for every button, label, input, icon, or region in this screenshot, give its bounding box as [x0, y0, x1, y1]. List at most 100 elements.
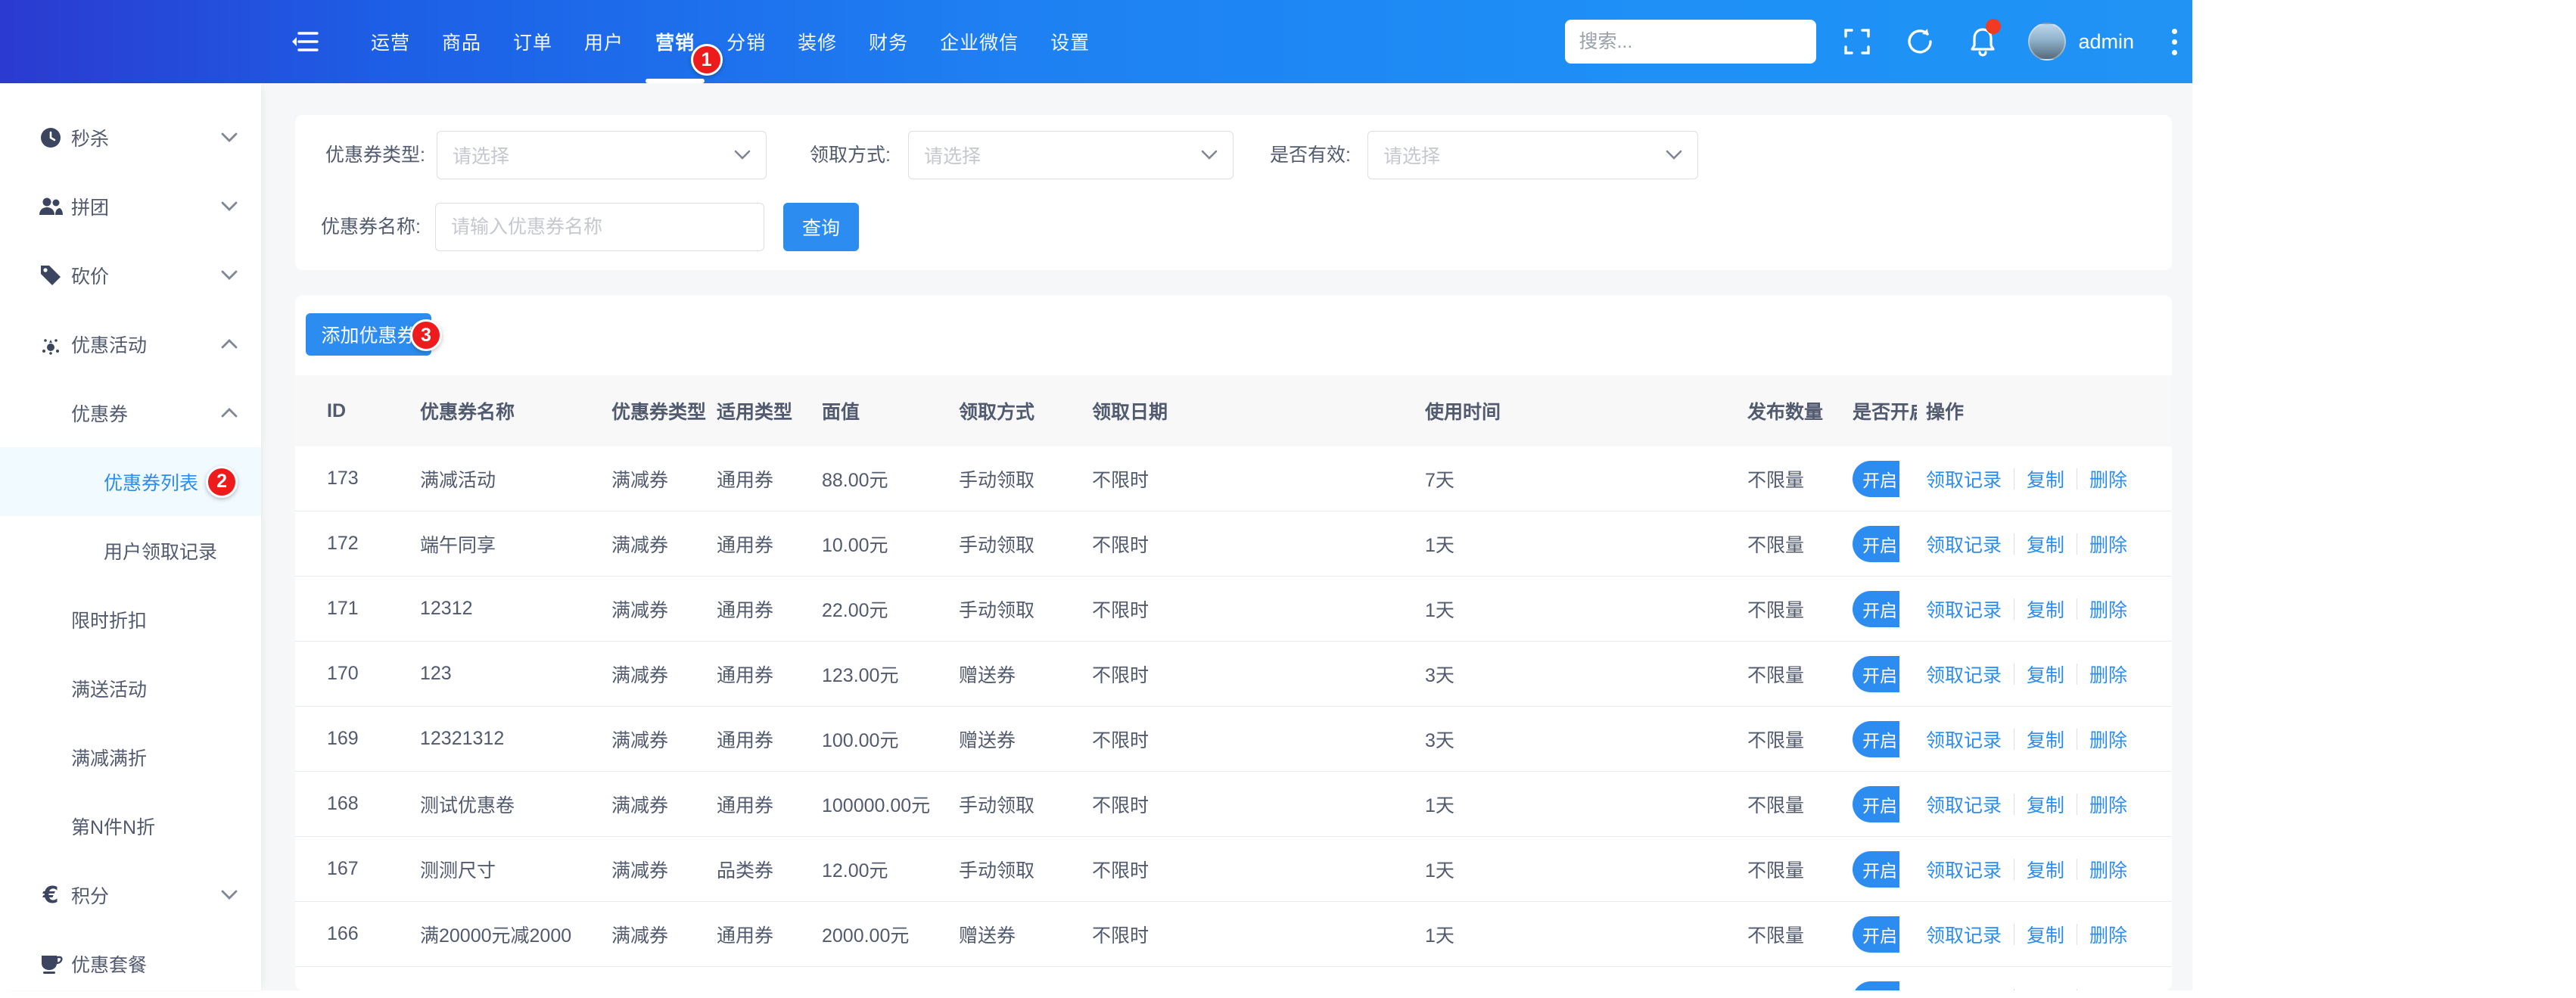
nav-item-4[interactable]: 用户: [568, 0, 639, 83]
enable-switch[interactable]: 开启: [1853, 655, 1899, 692]
enable-switch[interactable]: 开启: [1853, 525, 1899, 562]
query-button[interactable]: 查询: [783, 203, 859, 251]
action-records-link[interactable]: 领取记录: [1926, 661, 2002, 688]
sidebar-item-1[interactable]: 秒杀: [0, 103, 261, 172]
enable-switch[interactable]: 开启: [1853, 460, 1899, 497]
cell-id: 166: [327, 923, 359, 944]
action-copy-link[interactable]: 复制: [2027, 465, 2064, 493]
sidebar-item-12[interactable]: € 积分: [0, 860, 261, 929]
nav-item-10[interactable]: 设置: [1034, 0, 1106, 83]
sidebar-item-5[interactable]: 优惠券: [0, 378, 261, 447]
more-menu-icon[interactable]: [2169, 26, 2180, 58]
sidebar-item-2[interactable]: 拼团: [0, 172, 261, 241]
enable-switch[interactable]: 开启: [1853, 916, 1899, 953]
action-copy-link[interactable]: 复制: [2027, 791, 2064, 818]
cell-type: 满减券: [611, 794, 669, 816]
coupon-type-select[interactable]: 请选择: [437, 131, 767, 179]
receive-method-select[interactable]: 请选择: [908, 131, 1234, 179]
action-records-link[interactable]: 领取记录: [1926, 530, 2002, 558]
menu-fold-icon[interactable]: [291, 26, 322, 57]
nav-item-8[interactable]: 财务: [853, 0, 924, 83]
enable-switch[interactable]: 开启: [1853, 785, 1899, 822]
action-delete-link[interactable]: 删除: [2089, 921, 2127, 948]
nav-item-7[interactable]: 装修: [782, 0, 853, 83]
enable-switch[interactable]: 开启: [1853, 720, 1899, 757]
cell-name: 12312: [420, 598, 473, 619]
cell-actions: 领取记录复制删除: [1917, 661, 2172, 688]
col-header-7: 领取日期: [1092, 402, 1168, 423]
cell-method: 赠送券: [959, 729, 1016, 751]
action-delete-link[interactable]: 删除: [2089, 595, 2127, 623]
action-copy-link[interactable]: 复制: [2027, 595, 2064, 623]
action-delete-link[interactable]: 删除: [2089, 791, 2127, 818]
cell-method: 手动领取: [959, 599, 1035, 621]
svg-text:€: €: [42, 883, 59, 907]
cell-date: 不限时: [1092, 925, 1150, 947]
avatar[interactable]: [2028, 23, 2067, 61]
action-copy-link[interactable]: 复制: [2027, 530, 2064, 558]
fullscreen-icon[interactable]: [1843, 28, 1871, 55]
refresh-icon[interactable]: [1906, 27, 1934, 56]
table-row: 170 123 满减券 通用券 123.00元 赠送券 不限时 3天 不限量 开启 领取记录 复制 删除: [295, 642, 2172, 707]
sidebar-item-7[interactable]: 用户领取记录: [0, 516, 261, 585]
sidebar-item-4[interactable]: 优惠活动: [0, 309, 261, 378]
cell-id: 170: [327, 663, 359, 684]
coupon-name-input[interactable]: [435, 203, 764, 251]
cell-enabled: 开启: [1853, 590, 1917, 627]
action-records-link[interactable]: 领取记录: [1926, 921, 2002, 948]
nav-item-5[interactable]: 营销 1: [639, 0, 723, 83]
sidebar-item-3[interactable]: 砍价: [0, 241, 261, 309]
notification-bell-icon[interactable]: [1969, 19, 2002, 57]
nav-item-2[interactable]: 商品: [426, 0, 497, 83]
action-copy-link[interactable]: 复制: [2027, 921, 2064, 948]
cell-apply: 通用券: [717, 925, 774, 947]
nav-item-1[interactable]: 运营: [355, 0, 426, 83]
enable-switch[interactable]: 开启: [1853, 981, 1899, 990]
action-records-link[interactable]: 领取记录: [1926, 595, 2002, 623]
action-delete-link[interactable]: 删除: [2089, 661, 2127, 688]
sidebar-item-9[interactable]: 满送活动: [0, 654, 261, 723]
action-delete-link[interactable]: 删除: [2089, 986, 2127, 991]
action-records-link[interactable]: 领取记录: [1926, 986, 2002, 991]
sidebar-item-10[interactable]: 满减满折: [0, 723, 261, 791]
sidebar-item-8[interactable]: 限时折扣: [0, 585, 261, 654]
action-delete-link[interactable]: 删除: [2089, 465, 2127, 493]
is-valid-select[interactable]: 请选择: [1367, 131, 1698, 179]
cell-apply: 通用券: [717, 599, 774, 621]
action-copy-link[interactable]: 复制: [2027, 726, 2064, 753]
cell-value: 100000.00元: [822, 794, 931, 816]
action-delete-link[interactable]: 删除: [2089, 856, 2127, 883]
search-input[interactable]: [1565, 20, 1817, 64]
sidebar-item-label: 砍价: [71, 266, 110, 288]
cell-type: 满减券: [611, 534, 669, 556]
action-copy-link[interactable]: 复制: [2027, 856, 2064, 883]
chevron-up-icon: [220, 407, 238, 418]
clock-icon: [38, 125, 64, 151]
action-copy-link[interactable]: 复制: [2027, 986, 2064, 991]
sidebar-item-13[interactable]: 优惠套餐: [0, 929, 261, 998]
cell-type: 满减券: [611, 599, 669, 621]
action-delete-link[interactable]: 删除: [2089, 726, 2127, 753]
action-records-link[interactable]: 领取记录: [1926, 726, 2002, 753]
nav-item-3[interactable]: 订单: [497, 0, 568, 83]
cell-quantity: 不限量: [1747, 860, 1805, 881]
cell-enabled: 开启: [1853, 460, 1917, 497]
user-name[interactable]: admin: [2078, 30, 2134, 54]
enable-switch[interactable]: 开启: [1853, 850, 1899, 888]
action-records-link[interactable]: 领取记录: [1926, 856, 2002, 883]
action-copy-link[interactable]: 复制: [2027, 661, 2064, 688]
cell-enabled: 开启: [1853, 525, 1917, 562]
cell-quantity: 不限量: [1747, 986, 1853, 991]
action-records-link[interactable]: 领取记录: [1926, 791, 2002, 818]
sidebar-item-6[interactable]: 优惠券列表 2: [0, 447, 261, 516]
action-records-link[interactable]: 领取记录: [1926, 465, 2002, 493]
cell-duration: 1天: [1425, 599, 1454, 621]
filter-card: 优惠券类型: 请选择 领取方式: 请选择 是否有效: 请选择 优惠券名称: 查询: [295, 115, 2172, 270]
enable-switch[interactable]: 开启: [1853, 590, 1899, 627]
cell-quantity: 不限量: [1747, 925, 1805, 947]
table-row: 165满20000元减2000满减券通用券2000.00元手动领取不限时1天不限…: [295, 967, 2172, 990]
nav-item-9[interactable]: 企业微信: [924, 0, 1034, 83]
sidebar-item-11[interactable]: 第N件N折: [0, 791, 261, 860]
action-delete-link[interactable]: 删除: [2089, 530, 2127, 558]
nav-item-6[interactable]: 分销: [711, 0, 782, 83]
